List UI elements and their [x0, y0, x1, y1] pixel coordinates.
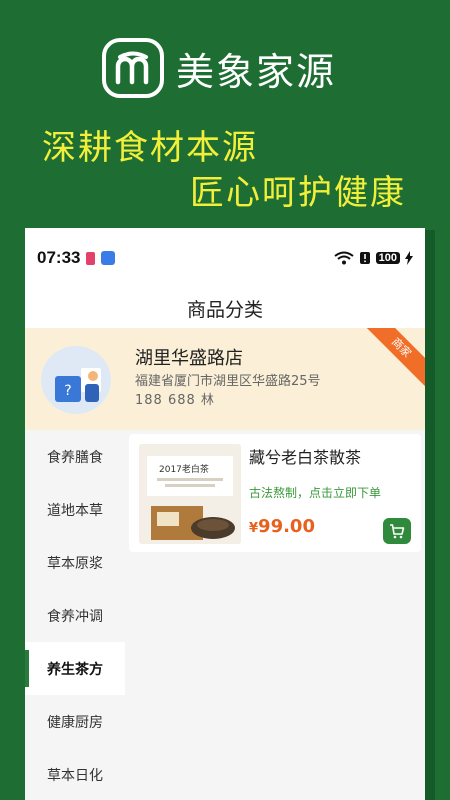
sidebar-item-daodi-bencao[interactable]: 道地本草 [25, 483, 125, 536]
alert-icon [359, 252, 370, 264]
svg-text:?: ? [64, 383, 71, 399]
sidebar-item-jiankang-chufang[interactable]: 健康厨房 [25, 695, 125, 748]
brand-logo-icon [102, 38, 164, 98]
add-to-cart-button[interactable] [383, 518, 411, 544]
status-bar: 07:33 100 [25, 228, 425, 288]
page-title: 商品分类 [25, 288, 425, 328]
price-currency: ¥ [249, 521, 259, 536]
store-avatar: ? [41, 346, 111, 414]
sidebar-item-yangsheng-chafang[interactable]: 养生茶方 [25, 642, 125, 695]
sidebar-item-shiyang-chongtiao[interactable]: 食养冲调 [25, 589, 125, 642]
battery-level: 100 [375, 252, 400, 264]
product-card[interactable]: 2017老白茶 藏兮老白茶散茶 古法熬制，点击立即下单 ¥99.00 [129, 434, 421, 552]
brand-name: 美象家源 [176, 49, 337, 94]
notification-icon [86, 251, 96, 265]
slogan-line-1: 深耕食材本源 [42, 128, 258, 168]
brand-header: 美象家源 [102, 38, 336, 98]
store-address: 福建省厦门市湖里区华盛路25号 [135, 374, 321, 389]
app-notification-icon [101, 251, 116, 265]
phone-screen: 07:33 100 商品分类 ? 湖里华盛路店 福建省厦门市湖里区华盛路25号 … [25, 228, 425, 800]
cart-icon [390, 523, 405, 538]
sidebar-item-shiyang-shanshi[interactable]: 食养膳食 [25, 430, 125, 483]
category-sidebar: 食养膳食 道地本草 草本原浆 食养冲调 养生茶方 健康厨房 草本日化 [25, 430, 125, 800]
sidebar-item-caoben-yuanjiang[interactable]: 草本原浆 [25, 536, 125, 589]
product-price: ¥99.00 [249, 516, 315, 537]
price-amount: 99.00 [258, 516, 315, 537]
product-title: 藏兮老白茶散茶 [249, 448, 362, 467]
product-list: 2017老白茶 藏兮老白茶散茶 古法熬制，点击立即下单 ¥99.00 [125, 430, 425, 800]
store-card[interactable]: ? 湖里华盛路店 福建省厦门市湖里区华盛路25号 188 688 林 商家 [25, 328, 425, 430]
product-image-text: 2017老白茶 [159, 463, 209, 475]
phone-shadow [425, 230, 435, 800]
sidebar-item-caoben-rihua[interactable]: 草本日化 [25, 748, 125, 800]
merchant-ribbon: 商家 [359, 328, 425, 390]
slogan-line-2: 匠心呵护健康 [190, 173, 406, 213]
store-name: 湖里华盛路店 [135, 348, 243, 369]
product-subtitle: 古法熬制，点击立即下单 [249, 486, 382, 500]
charging-icon [405, 251, 413, 265]
status-time: 07:33 [37, 248, 81, 267]
store-phone: 188 688 林 [135, 393, 215, 408]
wifi-icon [334, 251, 354, 265]
product-image: 2017老白茶 [139, 444, 241, 544]
